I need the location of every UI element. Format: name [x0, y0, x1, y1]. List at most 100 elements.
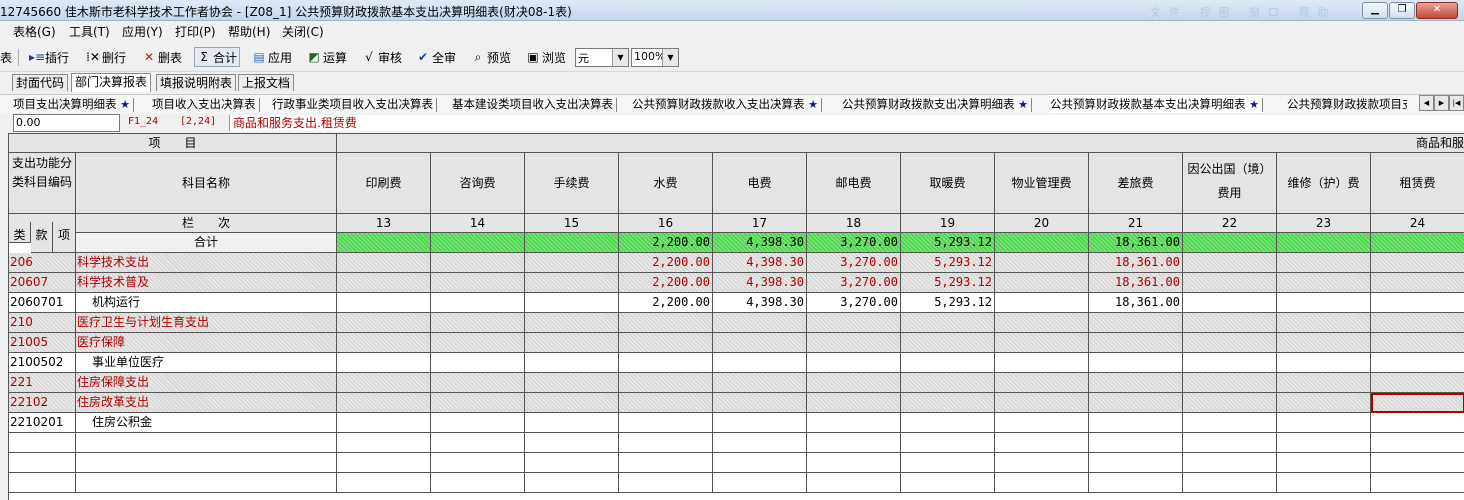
data-cell[interactable]: [525, 293, 619, 313]
data-cell[interactable]: [901, 373, 995, 393]
review-button[interactable]: √ 审核: [362, 48, 402, 66]
empty-cell[interactable]: [1371, 433, 1464, 453]
menu-help[interactable]: 帮助(H): [228, 23, 270, 40]
total-cell[interactable]: [1183, 233, 1277, 253]
data-cell[interactable]: [1277, 373, 1371, 393]
data-cell[interactable]: [431, 273, 525, 293]
data-cell[interactable]: 5,293.12: [901, 273, 995, 293]
empty-cell[interactable]: [713, 433, 807, 453]
data-cell[interactable]: [1089, 393, 1183, 413]
empty-cell[interactable]: [1277, 433, 1371, 453]
total-cell[interactable]: 4,398.30: [713, 233, 807, 253]
total-cell[interactable]: 18,361.00: [1089, 233, 1183, 253]
data-cell[interactable]: [1183, 353, 1277, 373]
data-cell[interactable]: 2,200.00: [619, 253, 713, 273]
data-cell[interactable]: 3,270.00: [807, 293, 901, 313]
data-cell[interactable]: 4,398.30: [713, 253, 807, 273]
close-icon[interactable]: ✕: [1416, 2, 1458, 19]
empty-cell[interactable]: [995, 473, 1089, 493]
data-cell[interactable]: [995, 413, 1089, 433]
data-cell[interactable]: [525, 393, 619, 413]
data-cell[interactable]: [995, 293, 1089, 313]
total-cell[interactable]: 3,270.00: [807, 233, 901, 253]
total-cell[interactable]: [525, 233, 619, 253]
data-cell[interactable]: [525, 333, 619, 353]
data-cell[interactable]: [713, 333, 807, 353]
data-cell[interactable]: [619, 353, 713, 373]
tab-public-budget-income[interactable]: 公共预算财政拨款收入支出决算表 ★: [632, 95, 823, 113]
menu-tools[interactable]: 工具(T): [69, 23, 110, 40]
total-cell[interactable]: [1277, 233, 1371, 253]
scroll-left-icon[interactable]: ◀: [1419, 95, 1434, 111]
data-cell[interactable]: [713, 313, 807, 333]
data-cell[interactable]: [1371, 353, 1464, 373]
data-cell[interactable]: 2,200.00: [619, 273, 713, 293]
data-cell[interactable]: [1183, 293, 1277, 313]
data-cell[interactable]: [1277, 253, 1371, 273]
empty-cell[interactable]: [337, 433, 431, 453]
data-cell[interactable]: [525, 273, 619, 293]
empty-cell[interactable]: [1277, 473, 1371, 493]
restore-icon[interactable]: ❐: [1389, 2, 1415, 19]
data-cell[interactable]: [901, 313, 995, 333]
data-cell[interactable]: 4,398.30: [713, 293, 807, 313]
tab-department-report[interactable]: 部门决算报表: [71, 73, 152, 92]
data-cell[interactable]: [1183, 273, 1277, 293]
data-cell[interactable]: [525, 353, 619, 373]
empty-cell[interactable]: [995, 453, 1089, 473]
total-cell[interactable]: 2,200.00: [619, 233, 713, 253]
empty-cell[interactable]: [901, 453, 995, 473]
total-cell[interactable]: [431, 233, 525, 253]
data-cell[interactable]: 4,398.30: [713, 273, 807, 293]
tab-public-budget-expense-detail[interactable]: 公共预算财政拨款支出决算明细表 ★: [842, 95, 1033, 113]
data-cell[interactable]: [431, 333, 525, 353]
empty-cell[interactable]: [1089, 433, 1183, 453]
data-cell[interactable]: [337, 333, 431, 353]
data-cell[interactable]: [1371, 393, 1464, 413]
menu-table[interactable]: 表格(G): [13, 23, 56, 40]
empty-cell[interactable]: [619, 473, 713, 493]
tab-public-budget-project-expense[interactable]: 公共预算财政拨款项目支出: [1287, 95, 1407, 113]
data-cell[interactable]: [1277, 273, 1371, 293]
data-cell[interactable]: 18,361.00: [1089, 273, 1183, 293]
data-cell[interactable]: [1371, 413, 1464, 433]
data-cell[interactable]: [337, 273, 431, 293]
data-cell[interactable]: [1089, 333, 1183, 353]
data-cell[interactable]: [713, 393, 807, 413]
scroll-first-icon[interactable]: |◀: [1449, 95, 1464, 111]
data-cell[interactable]: [1371, 293, 1464, 313]
data-cell[interactable]: [619, 413, 713, 433]
empty-cell[interactable]: [1089, 453, 1183, 473]
data-cell[interactable]: [1183, 333, 1277, 353]
data-cell[interactable]: [1371, 313, 1464, 333]
empty-cell[interactable]: [525, 433, 619, 453]
total-cell[interactable]: [337, 233, 431, 253]
data-cell[interactable]: [807, 333, 901, 353]
data-cell[interactable]: [431, 413, 525, 433]
data-cell[interactable]: [1183, 373, 1277, 393]
data-cell[interactable]: [807, 393, 901, 413]
data-cell[interactable]: [807, 353, 901, 373]
data-cell[interactable]: [995, 333, 1089, 353]
data-cell[interactable]: 3,270.00: [807, 273, 901, 293]
empty-cell[interactable]: [431, 453, 525, 473]
data-cell[interactable]: [1371, 333, 1464, 353]
data-cell[interactable]: [431, 373, 525, 393]
data-cell[interactable]: [1183, 393, 1277, 413]
empty-cell[interactable]: [713, 473, 807, 493]
data-cell[interactable]: [901, 413, 995, 433]
minimize-icon[interactable]: ▁: [1362, 2, 1388, 19]
data-cell[interactable]: [431, 313, 525, 333]
empty-cell[interactable]: [525, 473, 619, 493]
data-cell[interactable]: [525, 253, 619, 273]
empty-cell[interactable]: [807, 473, 901, 493]
empty-cell[interactable]: [431, 433, 525, 453]
data-cell[interactable]: 5,293.12: [901, 253, 995, 273]
tab-cover-code[interactable]: 封面代码: [12, 74, 69, 91]
data-cell[interactable]: [995, 393, 1089, 413]
tab-capital-construction[interactable]: 基本建设类项目收入支出决算表: [452, 95, 617, 113]
data-cell[interactable]: [337, 293, 431, 313]
browse-button[interactable]: ▣ 浏览: [526, 48, 566, 66]
data-cell[interactable]: [1277, 413, 1371, 433]
data-cell[interactable]: [1371, 253, 1464, 273]
